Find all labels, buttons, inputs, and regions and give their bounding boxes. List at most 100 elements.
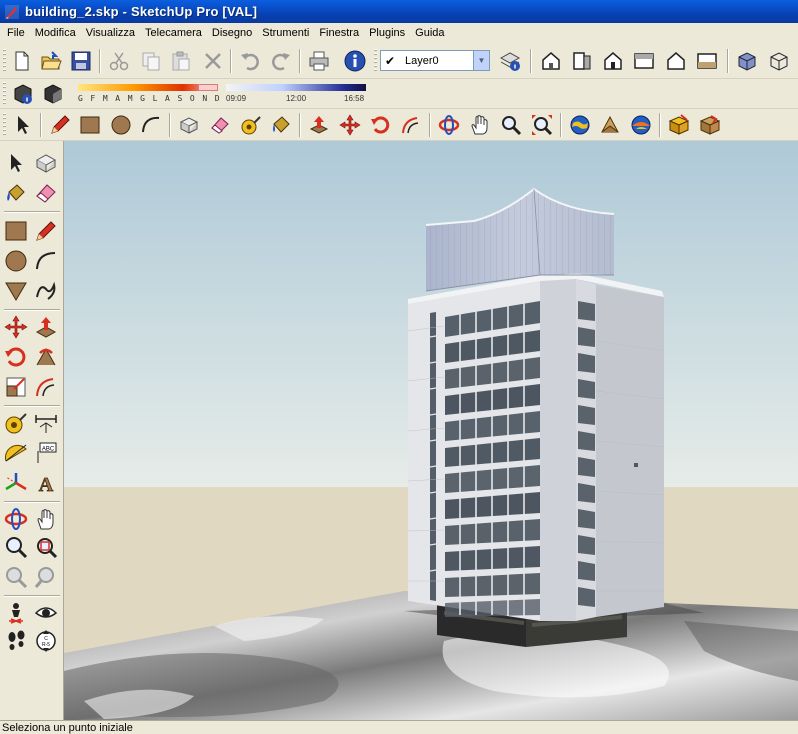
move-tool-button[interactable] — [2, 313, 30, 341]
arc-tool-button[interactable] — [138, 112, 164, 138]
right-view-button[interactable] — [631, 48, 657, 74]
zoom-tool-button[interactable] — [498, 112, 524, 138]
scale-tool-button[interactable] — [2, 373, 30, 401]
google-earth-button[interactable] — [628, 112, 654, 138]
pan-tool-button[interactable] — [467, 112, 493, 138]
paste-button[interactable] — [168, 48, 194, 74]
section-plane-icon: CR-5 — [36, 630, 56, 652]
offset-tool-button[interactable] — [32, 373, 60, 401]
toolbar-grip[interactable] — [374, 49, 377, 73]
share-model-button[interactable] — [597, 112, 623, 138]
follow-me-button[interactable] — [32, 343, 60, 371]
select-tool-button[interactable] — [2, 149, 30, 177]
text-tool-button[interactable]: ABC — [32, 439, 60, 467]
select-tool-button[interactable] — [10, 112, 36, 138]
arc-tool-button[interactable] — [32, 247, 60, 275]
materials-button[interactable] — [697, 112, 723, 138]
previous-view-button[interactable] — [2, 563, 30, 591]
toolbar-grip[interactable] — [3, 113, 6, 137]
look-around-button[interactable] — [32, 599, 60, 627]
menu-plugins[interactable]: Plugins — [364, 24, 410, 42]
rectangle-tool-button[interactable] — [2, 217, 30, 245]
orbit-tool-button[interactable] — [2, 505, 30, 533]
tape-measure-button[interactable] — [238, 112, 264, 138]
iso-view-button[interactable] — [538, 48, 564, 74]
rectangle-tool-button[interactable] — [77, 112, 103, 138]
menu-visualizza[interactable]: Visualizza — [81, 24, 140, 42]
zoom-window-button[interactable] — [32, 533, 60, 561]
protractor-button[interactable] — [2, 439, 30, 467]
orbit-tool-button[interactable] — [436, 112, 462, 138]
back-view-icon — [667, 52, 685, 70]
xray-button[interactable] — [734, 48, 760, 74]
toolbar-grip[interactable] — [3, 49, 6, 73]
layer-dropdown[interactable]: ✔ Layer0 ▼ — [380, 50, 490, 71]
date-slider[interactable] — [78, 84, 218, 91]
toolbar-grip[interactable] — [3, 82, 6, 106]
menu-file[interactable]: File — [2, 24, 30, 42]
shadow-toggle-button[interactable] — [40, 81, 66, 107]
shadow-settings-button[interactable] — [10, 81, 36, 107]
components-button[interactable] — [666, 112, 692, 138]
paint-bucket-button[interactable] — [2, 179, 30, 207]
push-pull-button[interactable] — [32, 313, 60, 341]
tape-measure-button[interactable] — [2, 409, 30, 437]
zoom-tool-button[interactable] — [2, 533, 30, 561]
new-file-button[interactable] — [9, 48, 35, 74]
chevron-down-icon[interactable]: ▼ — [473, 51, 489, 70]
left-view-button[interactable] — [694, 48, 720, 74]
top-view-button[interactable] — [569, 48, 595, 74]
menu-disegno[interactable]: Disegno — [207, 24, 257, 42]
copy-button[interactable] — [138, 48, 164, 74]
menu-strumenti[interactable]: Strumenti — [257, 24, 314, 42]
front-view-button[interactable] — [600, 48, 626, 74]
zoom-extents-button[interactable] — [529, 112, 555, 138]
rotate-tool-button[interactable] — [2, 343, 30, 371]
layer-manager-button[interactable] — [497, 48, 523, 74]
wireframe-button[interactable] — [766, 48, 792, 74]
menu-guida[interactable]: Guida — [410, 24, 449, 42]
menu-modifica[interactable]: Modifica — [30, 24, 81, 42]
position-camera-button[interactable] — [2, 599, 30, 627]
polygon-tool-button[interactable] — [2, 277, 30, 305]
axes-tool-button[interactable] — [2, 469, 30, 497]
walk-tool-button[interactable] — [2, 627, 30, 655]
eraser-tool-button[interactable] — [207, 112, 233, 138]
pencil-tool-button[interactable] — [32, 217, 60, 245]
model-scene[interactable] — [64, 141, 798, 721]
move-tool-button[interactable] — [337, 112, 363, 138]
3d-viewport[interactable] — [64, 141, 798, 721]
circle-tool-button[interactable] — [2, 247, 30, 275]
freehand-tool-button[interactable] — [32, 277, 60, 305]
time-slider[interactable] — [226, 84, 366, 91]
save-button[interactable] — [68, 48, 94, 74]
3d-text-button[interactable]: A — [32, 469, 60, 497]
section-plane-button[interactable]: C R-5 — [32, 627, 60, 655]
menu-telecamera[interactable]: Telecamera — [140, 24, 207, 42]
eraser-tool-button[interactable] — [32, 179, 60, 207]
print-button[interactable] — [306, 48, 332, 74]
rotate-tool-button[interactable] — [368, 112, 394, 138]
pencil-tool-button[interactable] — [47, 112, 73, 138]
make-component-button[interactable] — [32, 149, 60, 177]
paint-bucket-button[interactable] — [268, 112, 294, 138]
make-component-button[interactable] — [176, 112, 202, 138]
back-view-button[interactable] — [663, 48, 689, 74]
offset-tool-button[interactable] — [398, 112, 424, 138]
next-view-button[interactable] — [32, 563, 60, 591]
redo-button[interactable] — [268, 48, 294, 74]
date-slider-thumb[interactable] — [198, 84, 218, 91]
push-pull-button[interactable] — [306, 112, 332, 138]
pencil-icon — [51, 115, 70, 134]
dimension-tool-button[interactable] — [32, 409, 60, 437]
cut-button[interactable] — [106, 48, 132, 74]
undo-button[interactable] — [237, 48, 263, 74]
open-file-button[interactable] — [38, 48, 64, 74]
rectangle-icon — [5, 221, 27, 241]
circle-tool-button[interactable] — [108, 112, 134, 138]
get-models-button[interactable] — [567, 112, 593, 138]
model-info-button[interactable] — [342, 48, 368, 74]
menu-finestra[interactable]: Finestra — [314, 24, 364, 42]
delete-button[interactable] — [200, 48, 226, 74]
pan-tool-button[interactable] — [32, 505, 60, 533]
